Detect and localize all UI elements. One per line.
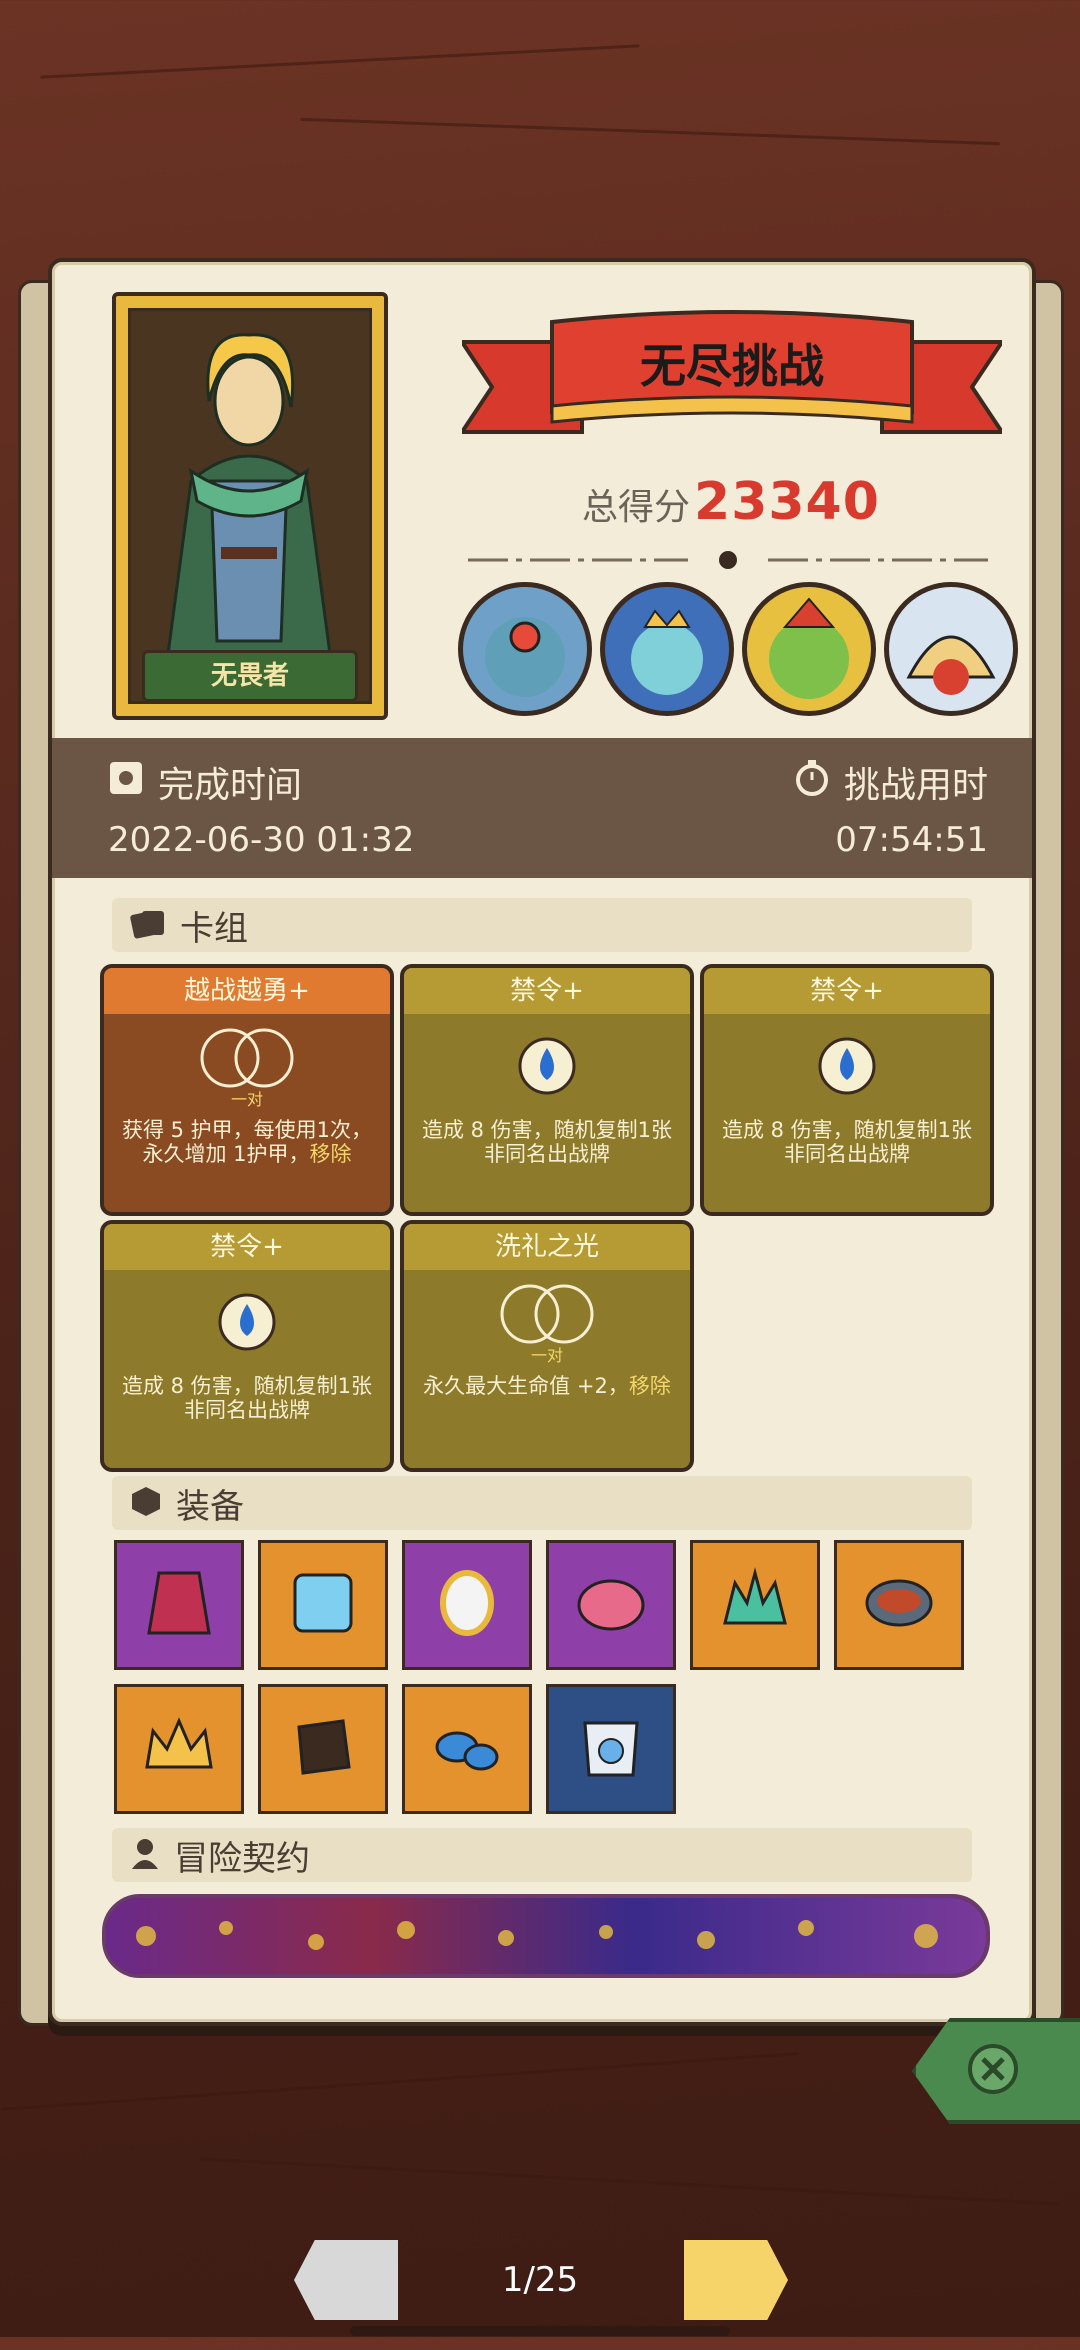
mode-title: 无尽挑战 [640,339,824,393]
equipment-slot[interactable] [834,1540,964,1670]
contract-strip[interactable] [102,1894,990,1978]
contract-title: 冒险契约 [174,1838,310,1879]
boss-goblin-icon[interactable] [742,582,876,716]
card-desc: 造成 8 伤害，随机复制1张非同名出战牌 [121,1374,373,1422]
card-desc: 获得 5 护甲，每使用1次，永久增加 1护甲，移除 [121,1118,373,1166]
hero-portrait[interactable]: 无畏者 [112,292,388,720]
deck-card[interactable]: 禁令+ 造成 8 伤害，随机复制1张非同名出战牌 [400,964,694,1216]
hero-illustration [128,308,372,704]
score-row: 总得分 23340 [582,472,880,532]
gold-crown-icon [139,1707,219,1791]
cards-icon [130,907,166,943]
mode-banner: 无尽挑战 [458,302,1006,452]
equipment-title: 装备 [176,1486,244,1527]
equipment-slot[interactable] [690,1540,820,1670]
close-button[interactable] [912,2018,1080,2124]
score-label: 总得分 [582,487,691,528]
boss-cyclops-icon[interactable] [458,582,592,716]
deck-title: 卡组 [180,908,248,949]
contract-section-header: 冒险契约 [112,1828,972,1882]
pager: 1/25 [0,2240,1080,2350]
mirror-icon [427,1563,507,1647]
armor-vest-icon [139,1563,219,1647]
card-sub: 一对 [530,1346,563,1365]
mushroom-cap-icon [571,1563,651,1647]
time-bar: 完成时间 2022-06-30 01:32 挑战用时 07:54:51 [52,738,1032,878]
ice-cube-icon [283,1563,363,1647]
equipment-slot[interactable] [402,1540,532,1670]
ornament-divider [468,551,988,569]
double-ring-icon [200,1028,294,1088]
duration-value: 07:54:51 [835,820,988,860]
deck-card[interactable]: 禁令+ 造成 8 伤害，随机复制1张非同名出战牌 [700,964,994,1216]
deck-card[interactable]: 禁令+ 造成 8 伤害，随机复制1张非同名出战牌 [100,1220,394,1472]
boss-list [458,582,1018,716]
stopwatch-icon [794,759,830,805]
deck-card[interactable]: 洗礼之光 一对 永久最大生命值 +2，移除 [400,1220,694,1472]
calendar-icon [108,760,144,805]
compass-chestplate-icon [571,1707,651,1791]
close-icon [968,2044,1018,2094]
completion-time-label: 完成时间 [158,765,303,806]
equipment-slot[interactable] [258,1684,388,1814]
page-indicator: 1/25 [501,2260,579,2300]
box-icon [130,1485,162,1521]
water-drop-icon [218,1293,276,1351]
duration-label-group: 挑战用时 [794,756,988,808]
flame-crown-icon [715,1563,795,1647]
card-title: 禁令+ [404,968,690,1014]
boss-ghost-king-icon[interactable] [600,582,734,716]
card-title: 越战越勇+ [104,968,390,1014]
bowl-icon [859,1563,939,1647]
result-panel: 无畏者 无尽挑战 总得分 23340 完成时间 2022-06-30 01:32… [48,258,1036,2026]
card-desc: 造成 8 伤害，随机复制1张非同名出战牌 [421,1118,673,1166]
equipment-section-header: 装备 [112,1476,972,1530]
double-ring-icon [500,1284,594,1344]
completion-time-value: 2022-06-30 01:32 [108,820,415,860]
card-desc: 永久最大生命值 +2，移除 [423,1374,671,1398]
equipment-slot[interactable] [402,1684,532,1814]
card-title: 禁令+ [704,968,990,1014]
next-page-button[interactable] [684,2240,788,2320]
hero-name-label: 无畏者 [142,650,358,702]
score-value: 23340 [694,472,880,532]
card-desc: 造成 8 伤害，随机复制1张非同名出战牌 [721,1118,973,1166]
contract-badges-icon [106,1898,986,1974]
home-indicator [350,2326,730,2336]
equipment-slot[interactable] [546,1540,676,1670]
card-title: 禁令+ [104,1224,390,1270]
deck-section-header: 卡组 [112,898,972,952]
card-title: 洗礼之光 [404,1224,690,1270]
equipment-slot[interactable] [258,1540,388,1670]
completion-time-label-group: 完成时间 [108,756,302,808]
water-drop-icon [818,1037,876,1095]
equipment-slot[interactable] [546,1684,676,1814]
person-icon [130,1837,160,1873]
duration-label: 挑战用时 [843,765,988,806]
card-sub: 一对 [230,1090,263,1109]
water-drop-icon [518,1037,576,1095]
deck-card[interactable]: 越战越勇+ 一对 获得 5 护甲，每使用1次，永久增加 1护甲，移除 [100,964,394,1216]
blue-mushrooms-icon [427,1707,507,1791]
dark-gauntlet-icon [283,1707,363,1791]
equipment-slot[interactable] [114,1684,244,1814]
boss-masked-icon[interactable] [884,582,1018,716]
equipment-slot[interactable] [114,1540,244,1670]
